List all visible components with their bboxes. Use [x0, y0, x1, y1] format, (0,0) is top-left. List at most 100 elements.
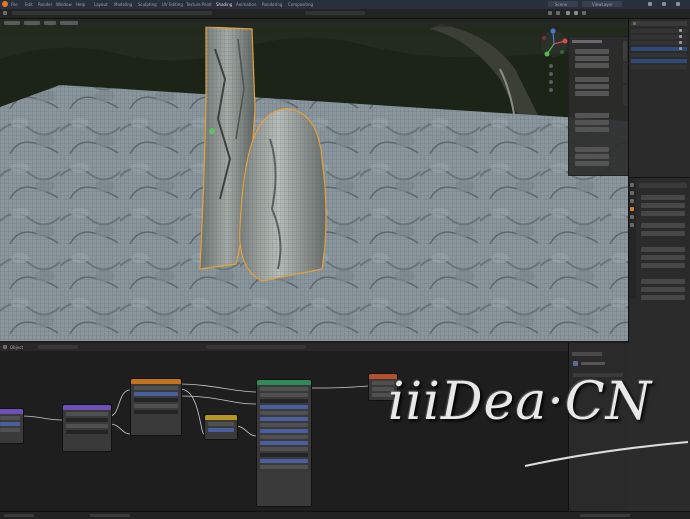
editor-type-icon[interactable]	[3, 345, 7, 349]
property-field[interactable]	[641, 195, 685, 200]
axis-gizmo-icon[interactable]	[538, 28, 570, 60]
node-socket-row[interactable]	[134, 392, 178, 396]
add-menu[interactable]	[44, 21, 56, 25]
node-socket-row[interactable]	[0, 416, 20, 420]
window-close-icon[interactable]	[676, 2, 680, 6]
workspace-tab-uv-editing[interactable]: UV Editing	[162, 2, 183, 7]
property-field[interactable]	[641, 255, 685, 260]
node-texture-coordinate[interactable]	[0, 408, 24, 444]
property-field[interactable]	[641, 231, 685, 236]
workspace-tab-sculpting[interactable]: Sculpting	[138, 2, 157, 7]
camera-icon[interactable]	[549, 80, 553, 84]
property-field[interactable]	[641, 247, 685, 252]
dimensions-x-field[interactable]	[575, 147, 609, 152]
blender-logo-icon[interactable]	[2, 1, 8, 7]
property-field[interactable]	[641, 287, 685, 292]
node-socket-row[interactable]	[208, 422, 234, 426]
node-socket-row[interactable]	[134, 404, 178, 408]
xray-icon[interactable]	[556, 11, 560, 15]
node-socket-row[interactable]	[260, 405, 308, 409]
menu-file[interactable]: File	[11, 2, 18, 7]
workspace-tab-layout[interactable]: Layout	[94, 2, 108, 7]
menu-render[interactable]: Render	[38, 2, 52, 7]
render-properties-icon[interactable]	[630, 183, 634, 187]
node-socket-row[interactable]	[260, 459, 308, 463]
node-socket-row[interactable]	[260, 453, 308, 457]
node-socket-row[interactable]	[134, 386, 178, 390]
object-menu[interactable]	[60, 21, 78, 25]
scale-z-field[interactable]	[575, 127, 609, 132]
window-maximize-icon[interactable]	[662, 2, 666, 6]
scene-properties-icon[interactable]	[630, 199, 634, 203]
viewport-menu-strip[interactable]	[12, 11, 212, 15]
rotation-z-field[interactable]	[575, 91, 609, 96]
item-tab[interactable]	[623, 41, 627, 61]
property-field[interactable]	[641, 203, 685, 208]
outliner-row-selected[interactable]	[631, 59, 687, 63]
node-socket-row[interactable]	[134, 398, 178, 402]
node-normal-map[interactable]	[204, 414, 238, 440]
property-field[interactable]	[641, 211, 685, 216]
solid-shading-icon[interactable]	[566, 11, 570, 15]
node-socket-row[interactable]	[260, 447, 308, 451]
eye-icon[interactable]	[679, 41, 682, 44]
outliner-row[interactable]	[631, 65, 687, 69]
material-slot-selector[interactable]	[206, 345, 306, 349]
location-y-field[interactable]	[575, 56, 609, 61]
editor-type-icon[interactable]	[3, 11, 7, 15]
zoom-icon[interactable]	[549, 64, 553, 68]
node-menu-strip[interactable]	[38, 345, 78, 349]
shading-mode-bar[interactable]	[305, 11, 365, 15]
workspace-tab-modeling[interactable]: Modeling	[114, 2, 132, 7]
node-socket-row[interactable]	[260, 429, 308, 433]
node-socket-row[interactable]	[66, 412, 108, 416]
node-socket-row[interactable]	[260, 399, 308, 403]
material-shading-icon[interactable]	[574, 11, 578, 15]
workspace-tab-rendering[interactable]: Rendering	[262, 2, 282, 7]
location-z-field[interactable]	[575, 63, 609, 68]
window-minimize-icon[interactable]	[648, 2, 652, 6]
menu-window[interactable]: Window	[56, 2, 72, 7]
3d-viewport[interactable]	[0, 19, 628, 341]
node-socket-row[interactable]	[66, 418, 108, 422]
object-properties-icon[interactable]	[630, 207, 634, 211]
menu-edit[interactable]: Edit	[25, 2, 33, 7]
property-field[interactable]	[641, 263, 685, 268]
select-menu[interactable]	[24, 21, 40, 25]
eye-icon[interactable]	[679, 29, 682, 32]
node-principled-bsdf[interactable]	[256, 379, 312, 507]
node-mapping[interactable]	[62, 404, 112, 452]
node-socket-row[interactable]	[208, 428, 234, 432]
node-socket-row[interactable]	[260, 423, 308, 427]
node-socket-row[interactable]	[0, 428, 20, 432]
grid-icon[interactable]	[549, 88, 553, 92]
node-socket-row[interactable]	[260, 387, 308, 391]
outliner-search-field[interactable]	[631, 21, 687, 26]
tool-tab[interactable]	[623, 63, 627, 83]
node-socket-row[interactable]	[134, 410, 178, 414]
node-socket-row[interactable]	[260, 417, 308, 421]
eye-icon[interactable]	[679, 47, 682, 50]
node-socket-row[interactable]	[260, 393, 308, 397]
overlay-icon[interactable]	[548, 11, 552, 15]
dimensions-z-field[interactable]	[575, 161, 609, 166]
location-x-field[interactable]	[575, 49, 609, 54]
scale-x-field[interactable]	[575, 113, 609, 118]
hand-icon[interactable]	[549, 72, 553, 76]
wrench-icon[interactable]	[630, 215, 634, 219]
workspace-tab-shading[interactable]: Shading	[216, 2, 232, 7]
node-socket-row[interactable]	[66, 430, 108, 434]
menu-help[interactable]: Help	[76, 2, 85, 7]
workspace-tab-animation[interactable]: Animation	[236, 2, 256, 7]
node-socket-row[interactable]	[260, 435, 308, 439]
outliner-row[interactable]	[631, 53, 687, 57]
node-socket-row[interactable]	[66, 424, 108, 428]
eye-icon[interactable]	[679, 35, 682, 38]
rotation-y-field[interactable]	[575, 84, 609, 89]
property-field[interactable]	[641, 295, 685, 300]
node-socket-row[interactable]	[0, 422, 20, 426]
node-socket-row[interactable]	[260, 465, 308, 469]
view-tab[interactable]	[623, 85, 627, 105]
workspace-tab-texture-paint[interactable]: Texture Paint	[186, 2, 212, 7]
scale-y-field[interactable]	[575, 120, 609, 125]
